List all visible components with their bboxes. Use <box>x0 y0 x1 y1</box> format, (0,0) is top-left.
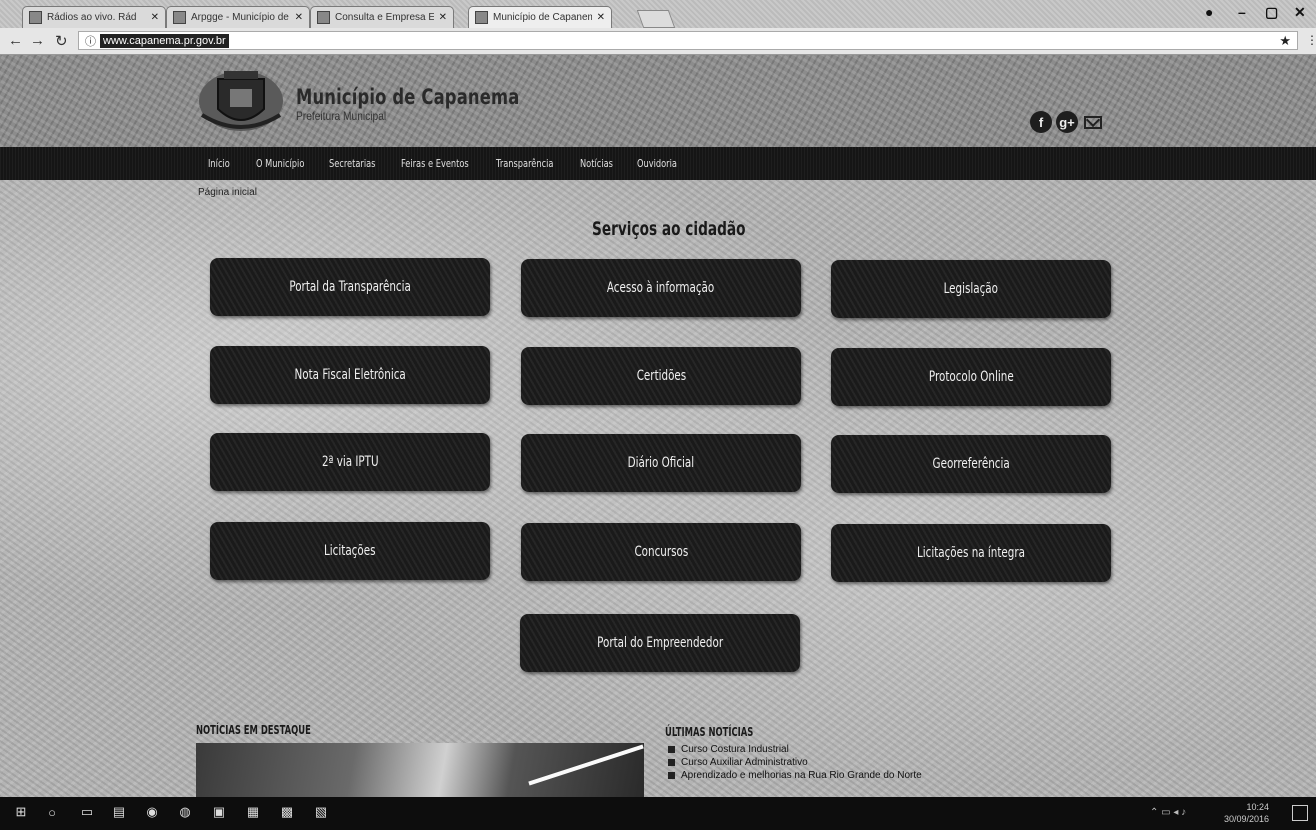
close-icon[interactable]: ✕ <box>295 12 303 23</box>
site-subtitle: Prefeitura Municipal <box>296 109 387 123</box>
social-links: f g+ <box>1030 111 1102 133</box>
back-arrow-icon[interactable]: ← <box>8 32 23 49</box>
latest-news-list: Curso Costura Industrial Curso Auxiliar … <box>668 743 922 782</box>
tab-title: Rádios ao vivo. Rád <box>47 12 137 23</box>
service-button-protocolo-online[interactable]: Protocolo Online <box>831 348 1111 406</box>
service-label: Concursos <box>634 544 688 560</box>
service-button-diario-oficial[interactable]: Diário Oficial <box>521 434 801 492</box>
service-label: Licitações na íntegra <box>916 545 1026 561</box>
service-button-nota-fiscal[interactable]: Nota Fiscal Eletrônica <box>210 346 490 404</box>
word-icon[interactable]: ▣ <box>212 804 226 819</box>
service-label: Legislação <box>943 281 999 297</box>
bookmark-star-icon[interactable]: ★ <box>1279 33 1291 49</box>
breadcrumb[interactable]: Página inicial <box>198 187 257 198</box>
close-icon[interactable]: ✕ <box>151 12 159 23</box>
maximize-icon[interactable]: ▢ <box>1265 4 1278 21</box>
service-label: Acesso à informação <box>607 280 715 296</box>
tab-title: Município de Capanema <box>493 12 592 23</box>
system-tray-icons[interactable]: ⌃ ▭ ◂ ♪ <box>1150 807 1186 818</box>
mail-icon[interactable] <box>1084 115 1102 129</box>
tab-title: Arpgge - Município de C <box>191 12 290 23</box>
clock-time: 10:24 <box>1246 802 1270 812</box>
minimize-icon[interactable]: – <box>1238 4 1246 20</box>
service-button-acesso-informacao[interactable]: Acesso à informação <box>521 259 801 317</box>
clock-date: 30/09/2016 <box>1224 814 1270 824</box>
windows-start-icon[interactable]: ⊞ <box>14 804 28 819</box>
app-icon[interactable]: ◍ <box>178 804 192 819</box>
close-icon[interactable]: ✕ <box>439 12 447 23</box>
info-icon[interactable]: ⓘ <box>85 33 96 49</box>
site-header: Município de Capanema Prefeitura Municip… <box>0 55 1316 147</box>
services-title: Serviços ao cidadão <box>592 218 746 240</box>
service-label: Portal da Transparência <box>289 279 411 295</box>
service-button-georreferencia[interactable]: Georreferência <box>831 435 1111 493</box>
clock[interactable]: 10:24 30/09/2016 <box>1224 801 1269 825</box>
tab-title: Consulta e Empresa Ele <box>335 12 434 23</box>
task-view-icon[interactable]: ▭ <box>80 804 94 819</box>
tab-favicon-icon <box>173 11 186 24</box>
service-label: Nota Fiscal Eletrônica <box>294 367 406 383</box>
reload-icon[interactable]: ↻ <box>55 32 68 50</box>
tab-favicon-icon <box>475 11 488 24</box>
close-icon[interactable]: ✕ <box>597 12 605 23</box>
list-item[interactable]: Aprendizado e melhorias na Rua Rio Grand… <box>668 769 922 782</box>
browser-tab-active[interactable]: Município de Capanema ✕ <box>468 6 612 28</box>
nav-item-municipio[interactable]: O Município <box>256 157 304 170</box>
nav-item-ouvidoria[interactable]: Ouvidoria <box>637 157 677 170</box>
nav-item-feiras-eventos[interactable]: Feiras e Eventos <box>401 157 469 170</box>
address-bar: ← → ↻ ⓘ www.capanema.pr.gov.br ★ <box>0 28 1316 55</box>
app-icon[interactable]: ▧ <box>314 804 328 819</box>
profile-icon[interactable]: ● <box>1205 4 1213 20</box>
nav-item-inicio[interactable]: Início <box>208 157 230 170</box>
list-item[interactable]: Curso Auxiliar Administrativo <box>668 756 922 769</box>
service-label: Georreferência <box>932 456 1010 472</box>
service-label: Diário Oficial <box>627 455 695 471</box>
service-button-legislacao[interactable]: Legislação <box>831 260 1111 318</box>
service-label: 2ª via IPTU <box>321 454 379 470</box>
window-close-icon[interactable]: ✕ <box>1294 4 1306 21</box>
notifications-icon[interactable] <box>1292 805 1308 821</box>
facebook-icon[interactable]: f <box>1030 111 1052 133</box>
service-button-certidoes[interactable]: Certidões <box>521 347 801 405</box>
service-button-portal-transparencia[interactable]: Portal da Transparência <box>210 258 490 316</box>
excel-icon[interactable]: ▩ <box>280 804 294 819</box>
nav-item-secretarias[interactable]: Secretarias <box>329 157 375 170</box>
service-label: Portal do Empreendedor <box>597 635 723 651</box>
service-label: Certidões <box>636 368 686 384</box>
nav-item-noticias[interactable]: Notícias <box>580 157 613 170</box>
outlook-icon[interactable]: ▦ <box>246 804 260 819</box>
browser-tab[interactable]: Arpgge - Município de C ✕ <box>166 6 310 28</box>
service-button-concursos[interactable]: Concursos <box>521 523 801 581</box>
service-label: Protocolo Online <box>928 369 1014 385</box>
tab-favicon-icon <box>317 11 330 24</box>
latest-news-heading: ÚLTIMAS NOTÍCIAS <box>665 725 754 739</box>
tab-favicon-icon <box>29 11 42 24</box>
url-input[interactable]: ⓘ www.capanema.pr.gov.br ★ <box>78 31 1298 50</box>
featured-news-heading: NOTÍCIAS EM DESTAQUE <box>196 723 311 737</box>
featured-news-image[interactable] <box>196 743 644 797</box>
service-button-licitacoes[interactable]: Licitações <box>210 522 490 580</box>
main-content: Página inicial Serviços ao cidadão Porta… <box>0 180 1316 797</box>
list-item[interactable]: Curso Costura Industrial <box>668 743 922 756</box>
chrome-icon[interactable]: ◉ <box>145 804 159 819</box>
search-icon[interactable]: ○ <box>45 805 59 820</box>
browser-tab[interactable]: Consulta e Empresa Ele ✕ <box>310 6 454 28</box>
forward-arrow-icon[interactable]: → <box>30 32 45 49</box>
nav-item-transparencia[interactable]: Transparência <box>496 157 553 170</box>
site-title[interactable]: Município de Capanema <box>296 85 519 109</box>
main-nav: Início O Município Secretarias Feiras e … <box>0 147 1316 180</box>
browser-menu-icon[interactable]: ⋮ <box>1306 33 1316 47</box>
browser-tab[interactable]: Rádios ao vivo. Rád ✕ <box>22 6 166 28</box>
file-explorer-icon[interactable]: ▤ <box>112 804 126 819</box>
service-button-portal-empreendedor[interactable]: Portal do Empreendedor <box>520 614 800 672</box>
service-button-licitacoes-integra[interactable]: Licitações na íntegra <box>831 524 1111 582</box>
coat-of-arms-logo[interactable] <box>196 65 286 137</box>
service-button-iptu[interactable]: 2ª via IPTU <box>210 433 490 491</box>
taskbar: ⊞ ○ ▭ ▤ ◉ ◍ ▣ ▦ ▩ ▧ ⌃ ▭ ◂ ♪ 10:24 30/09/… <box>0 797 1316 830</box>
browser-tab-bar: Rádios ao vivo. Rád ✕ Arpgge - Município… <box>0 0 1316 28</box>
new-tab-button[interactable] <box>636 10 676 28</box>
google-plus-icon[interactable]: g+ <box>1056 111 1078 133</box>
url-text: www.capanema.pr.gov.br <box>100 33 229 48</box>
service-label: Licitações <box>324 543 376 559</box>
